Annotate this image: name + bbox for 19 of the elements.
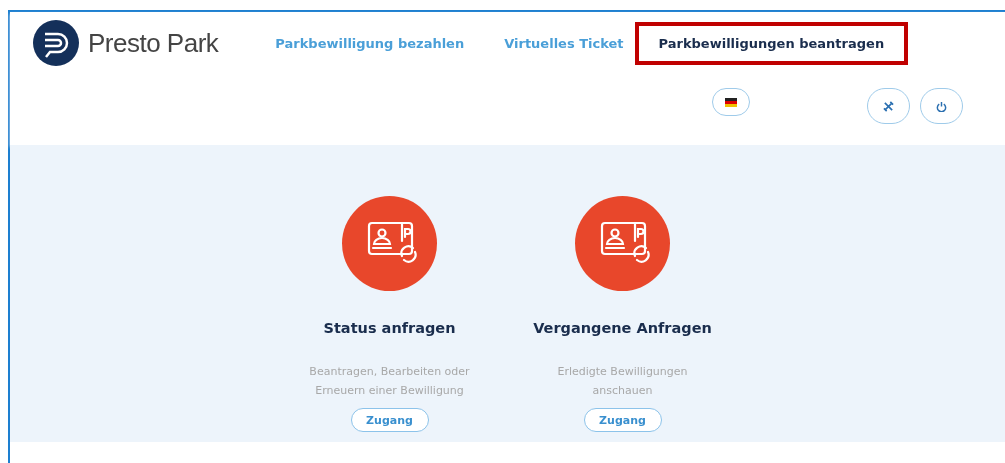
nav-tab[interactable]: Virtuelles Ticket [491,25,637,61]
permit-card-icon [575,196,670,291]
logo-icon [33,20,79,66]
card-title: Status anfragen [323,320,456,336]
card-title: Vergangene Anfragen [533,320,712,336]
card-description: Beantragen, Bearbeiten oder Erneuern einer Bewilligung [308,364,471,399]
access-button[interactable]: Zugang [583,408,662,432]
brand-name: Presto Park [88,27,219,59]
german-flag-icon [725,97,737,107]
tools-icon [883,100,894,112]
tools-button[interactable] [867,88,910,124]
access-button[interactable]: Zugang [350,408,429,432]
nav-tab[interactable]: Parkbewilligungen beantragen [634,21,909,65]
permit-card-icon [342,196,437,291]
power-button[interactable] [920,88,963,124]
power-icon [936,100,947,112]
language-button[interactable] [712,88,750,116]
nav-tab[interactable]: Parkbewilligung bezahlen [262,25,478,61]
card-description: Erledigte Bewilligungen anschauen [556,364,689,399]
